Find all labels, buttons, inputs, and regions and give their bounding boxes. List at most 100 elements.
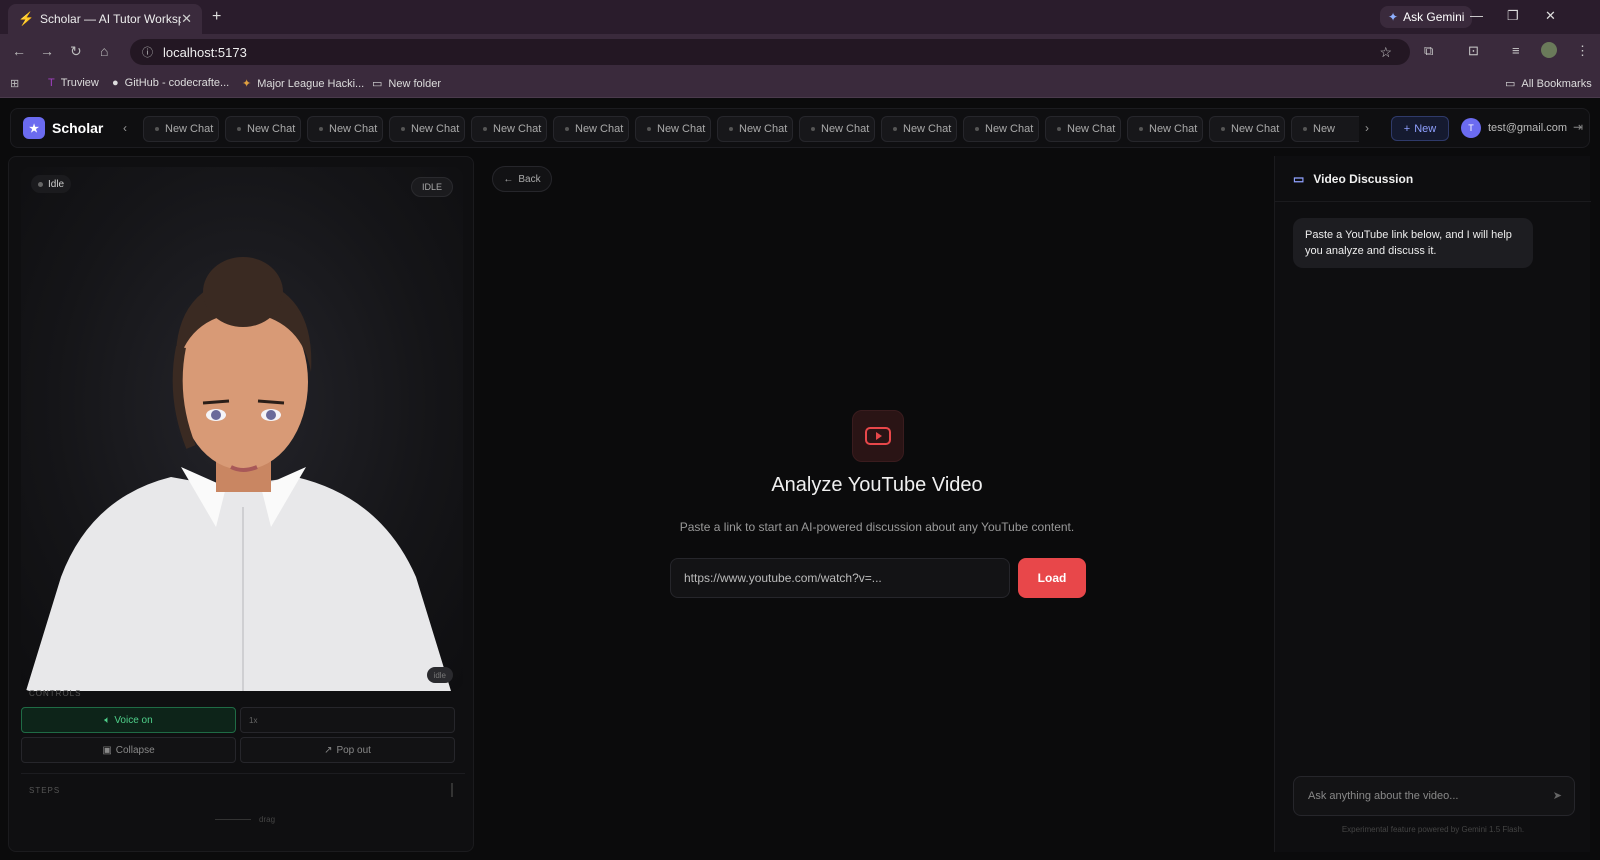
status-corner-badge: idle [426, 667, 453, 683]
brand-star-icon: ★ [23, 117, 45, 139]
arrow-left-icon: ← [503, 173, 514, 185]
chat-tab[interactable]: New Chat [1209, 116, 1285, 142]
bookmark-star-icon[interactable]: ☆ [1379, 44, 1392, 61]
address-bar-row: ← → ↻ ⌂ ⓘ localhost:5173 ☆ ⧉ ⊡ ≡ ⋮ [0, 34, 1600, 68]
tab-search-icon[interactable]: ⊡ [1468, 43, 1479, 59]
main-content: ← Back Analyze YouTube Video Paste a link… [482, 156, 1272, 852]
chat-tab[interactable]: New Chat [635, 116, 711, 142]
media-icon[interactable]: ≡ [1512, 43, 1520, 58]
youtube-badge [852, 410, 904, 462]
send-icon[interactable]: ➤ [1553, 789, 1562, 802]
minimize-icon[interactable]: — [1470, 8, 1483, 23]
back-nav-icon[interactable]: ← [12, 43, 26, 59]
close-tab-icon[interactable]: ✕ [181, 11, 192, 27]
youtube-play-icon [865, 427, 891, 445]
browser-tab[interactable]: ⚡ Scholar — AI Tutor Workspace ✕ [8, 4, 202, 34]
close-window-icon[interactable]: ✕ [1545, 8, 1556, 24]
chat-dot-icon [319, 127, 323, 131]
chat-tab[interactable]: New Chat [553, 116, 629, 142]
reload-icon[interactable]: ↻ [70, 43, 82, 60]
drag-line [215, 819, 251, 820]
user-menu[interactable]: T test@gmail.com [1461, 118, 1567, 138]
menu-kebab-icon[interactable]: ⋮ [1576, 43, 1589, 59]
voice-toggle-button[interactable]: 🔈︎ Voice on [21, 707, 236, 733]
status-indicator: Idle [31, 175, 72, 193]
chat-dot-icon [565, 127, 569, 131]
gemini-sparkle-icon: ✦ [1388, 10, 1399, 24]
steps-heading: STEPS [29, 786, 61, 795]
youtube-url-input[interactable]: https://www.youtube.com/watch?v=... [670, 558, 1010, 598]
user-avatar: T [1461, 118, 1481, 138]
assistant-message: Paste a YouTube link below, and I will h… [1293, 218, 1533, 268]
external-link-icon: ↗ [324, 744, 333, 756]
chat-tab[interactable]: New Chat [1045, 116, 1121, 142]
chevron-left-icon[interactable]: ‹ [123, 121, 127, 135]
bookmark-mlh[interactable]: ✦ Major League Hacki... [242, 77, 364, 91]
chat-dot-icon [1303, 127, 1307, 131]
chat-dot-icon [1221, 127, 1225, 131]
logout-icon[interactable]: ⇥ [1573, 120, 1583, 134]
chat-dot-icon [647, 127, 651, 131]
restore-icon[interactable]: ❐ [1507, 8, 1519, 24]
status-badge: IDLE [410, 177, 453, 197]
home-icon[interactable]: ⌂ [100, 43, 108, 59]
chat-tab[interactable]: New Chat [143, 116, 219, 142]
url-text: localhost:5173 [163, 44, 247, 60]
load-button[interactable]: Load [1018, 558, 1086, 598]
folder-icon: ▭ [1505, 78, 1516, 90]
chat-tabs: New Chat New Chat New Chat New Chat New Chat… [143, 116, 1359, 142]
question-input[interactable]: Ask anything about the video... ➤ [1293, 776, 1575, 816]
chat-tab[interactable]: New Chat [963, 116, 1039, 142]
ask-gemini-button[interactable]: ✦ Ask Gemini [1380, 6, 1473, 28]
profile-avatar[interactable] [1541, 42, 1557, 58]
new-tab-icon[interactable]: + [212, 8, 221, 26]
bookmark-github[interactable]: ● GitHub - codecrafte... [112, 77, 229, 89]
ask-gemini-label: Ask Gemini [1403, 10, 1465, 24]
collapse-icon: ▣ [102, 744, 112, 756]
chat-tab[interactable]: New Chat [799, 116, 875, 142]
chat-dot-icon [155, 127, 159, 131]
status-dot-icon [38, 181, 43, 187]
page-title: Analyze YouTube Video [771, 474, 983, 496]
discussion-header: ▭ Video Discussion [1275, 156, 1591, 202]
chat-dot-icon [1139, 127, 1143, 131]
all-bookmarks[interactable]: ▭ All Bookmarks [1505, 77, 1592, 91]
chat-tab[interactable]: New Chat [471, 116, 547, 142]
chat-dot-icon [893, 127, 897, 131]
bookmark-new-folder[interactable]: ▭ New folder [372, 77, 441, 91]
popout-button[interactable]: ↗ Pop out [240, 737, 455, 763]
user-email: test@gmail.com [1488, 122, 1568, 134]
chat-dot-icon [483, 127, 487, 131]
chat-tab[interactable]: New Chat [1127, 116, 1203, 142]
drag-handle[interactable]: drag [215, 815, 275, 824]
discussion-panel: ▭ Video Discussion Paste a YouTube link … [1274, 156, 1591, 852]
tutor-avatar-illustration [26, 257, 451, 691]
chat-tab[interactable]: New Chat [307, 116, 383, 142]
brand-logo[interactable]: ★ Scholar [23, 117, 103, 139]
back-button[interactable]: ← Back [492, 166, 552, 192]
divider [21, 773, 465, 774]
site-info-icon[interactable]: ⓘ [142, 44, 153, 60]
github-icon: ● [112, 77, 119, 89]
apps-grid-icon[interactable]: ⊞ [10, 77, 19, 90]
folder-icon: ▭ [372, 78, 383, 90]
discussion-title: Video Discussion [1313, 171, 1414, 186]
chat-dot-icon [401, 127, 405, 131]
chat-tab[interactable]: New Chat [717, 116, 793, 142]
tab-title: Scholar — AI Tutor Workspace [40, 12, 181, 26]
steps-scrollbar[interactable] [451, 783, 453, 797]
address-bar[interactable]: ⓘ localhost:5173 ☆ [130, 39, 1410, 65]
chat-tab[interactable]: New Chat [881, 116, 957, 142]
collapse-button[interactable]: ▣ Collapse [21, 737, 236, 763]
browser-tab-strip: ⚡ Scholar — AI Tutor Workspace ✕ + ✦ Ask… [0, 0, 1600, 34]
extensions-icon[interactable]: ⧉ [1424, 43, 1433, 59]
speed-select[interactable]: 1x [240, 707, 455, 733]
chat-tab[interactable]: New Chat [225, 116, 301, 142]
chevron-right-icon[interactable]: › [1365, 121, 1369, 135]
new-chat-button[interactable]: + New [1391, 116, 1449, 141]
chat-tab[interactable]: New [1291, 116, 1359, 142]
brand-name: Scholar [52, 120, 104, 136]
forward-nav-icon[interactable]: → [40, 43, 54, 59]
bookmark-truview[interactable]: T Truview [48, 77, 99, 89]
chat-tab[interactable]: New Chat [389, 116, 465, 142]
